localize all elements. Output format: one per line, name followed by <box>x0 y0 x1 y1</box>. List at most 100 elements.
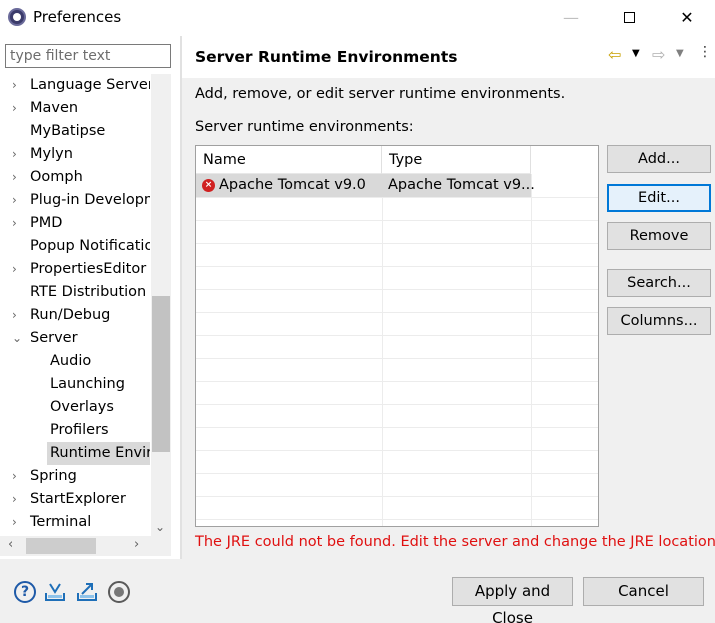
tree-item[interactable]: › Spring <box>0 465 150 488</box>
collapsed-chevron-icon[interactable]: › <box>12 189 22 212</box>
vertical-scroll-thumb[interactable] <box>152 296 170 452</box>
tree-item[interactable]: Profilers <box>0 419 150 442</box>
collapsed-chevron-icon[interactable] <box>32 373 42 396</box>
collapsed-chevron-icon[interactable]: › <box>12 212 22 235</box>
page-title: Server Runtime Environments <box>195 48 458 66</box>
columns-button[interactable]: Columns... <box>607 307 711 335</box>
table-row-divider <box>196 381 598 382</box>
tree-vertical-scrollbar[interactable]: ⌄ <box>151 74 171 536</box>
tree-item-label: Launching <box>50 376 125 392</box>
collapsed-chevron-icon[interactable] <box>32 350 42 373</box>
table-row-divider <box>196 450 598 451</box>
collapsed-chevron-icon[interactable] <box>12 281 22 304</box>
collapsed-chevron-icon[interactable]: › <box>12 488 22 511</box>
collapsed-chevron-icon[interactable] <box>12 235 22 258</box>
column-header-name[interactable]: Name <box>196 146 382 174</box>
tree-item[interactable]: Popup Notificatio <box>0 235 150 258</box>
table-column-divider <box>382 174 383 526</box>
tree-horizontal-scrollbar[interactable]: ‹ › <box>0 536 171 556</box>
collapsed-chevron-icon[interactable]: › <box>12 511 22 534</box>
scroll-right-arrow-icon[interactable]: › <box>134 537 139 552</box>
dialog-footer: ? Apply and Close Cancel <box>0 559 715 623</box>
tree-item[interactable]: MyBatipse <box>0 120 150 143</box>
search-button[interactable]: Search... <box>607 269 711 297</box>
import-icon[interactable] <box>44 581 66 603</box>
collapsed-chevron-icon[interactable] <box>12 120 22 143</box>
tree-item[interactable]: › Run/Debug <box>0 304 150 327</box>
tree-item[interactable]: › Mylyn <box>0 143 150 166</box>
collapsed-chevron-icon[interactable] <box>32 419 42 442</box>
collapsed-chevron-icon[interactable]: › <box>12 304 22 327</box>
table-row-divider <box>196 519 598 520</box>
expanded-chevron-icon[interactable]: ⌄ <box>12 327 22 350</box>
tree-item[interactable]: RTE Distribution T <box>0 281 150 304</box>
table-row-divider <box>196 197 598 198</box>
tree-item-label: Overlays <box>50 399 114 415</box>
tree-item[interactable]: Overlays <box>0 396 150 419</box>
scroll-down-arrow-icon[interactable]: ⌄ <box>155 520 165 534</box>
runtimes-table[interactable]: Name Type × Apache Tomcat v9.0 Apache To… <box>195 145 599 527</box>
table-row-divider <box>196 266 598 267</box>
table-row-divider <box>196 312 598 313</box>
filter-input[interactable] <box>5 44 171 68</box>
record-icon[interactable] <box>108 581 130 603</box>
apply-and-close-button[interactable]: Apply and Close <box>452 577 573 623</box>
preference-page: Server Runtime Environments ⇦ ▼ ⇨ ▼ ⋮ Ad… <box>182 36 715 559</box>
horizontal-scroll-thumb[interactable] <box>26 538 96 554</box>
view-menu-icon[interactable]: ⋮ <box>698 44 712 60</box>
tree-item[interactable]: › PMD <box>0 212 150 235</box>
edit-button[interactable]: Edit... <box>607 184 711 212</box>
back-arrow-icon[interactable]: ⇦ <box>608 45 621 64</box>
tree-item[interactable]: › Terminal <box>0 511 150 534</box>
collapsed-chevron-icon[interactable]: › <box>12 258 22 281</box>
collapsed-chevron-icon[interactable]: › <box>12 166 22 189</box>
preferences-tree-pane: › Language Servers › Maven MyBatipse › Mylyn › O… <box>0 36 180 559</box>
runtimes-list-label: Server runtime environments: <box>195 119 414 135</box>
eclipse-app-icon <box>8 8 26 26</box>
table-row-divider <box>196 404 598 405</box>
tree-item[interactable]: › Language Servers <box>0 74 150 97</box>
tree-item-label: Server <box>30 330 78 346</box>
remove-button[interactable]: Remove <box>607 222 711 250</box>
tree-item-label: Plug-in Developm <box>30 192 150 208</box>
forward-menu-icon[interactable]: ▼ <box>676 48 684 59</box>
table-row-divider <box>196 220 598 221</box>
maximize-button[interactable] <box>606 0 652 34</box>
collapsed-chevron-icon[interactable]: › <box>12 74 22 97</box>
tree-item[interactable]: › Oomph <box>0 166 150 189</box>
tree-item[interactable]: Launching <box>0 373 150 396</box>
runtime-type-cell[interactable]: Apache Tomcat v9... <box>388 174 535 197</box>
scroll-left-arrow-icon[interactable]: ‹ <box>8 537 13 552</box>
tree-item-label: PropertiesEditor <box>30 261 147 277</box>
tree-item[interactable]: › StartExplorer <box>0 488 150 511</box>
tree-item-label: Terminal <box>30 514 92 530</box>
tree-item-label: Oomph <box>30 169 83 185</box>
tree-item[interactable]: › Maven <box>0 97 150 120</box>
collapsed-chevron-icon[interactable] <box>32 442 42 465</box>
tree-item-label: Maven <box>30 100 79 116</box>
close-button[interactable]: ✕ <box>664 0 710 34</box>
cancel-button[interactable]: Cancel <box>583 577 704 606</box>
tree-item-label: Runtime Enviro <box>47 442 150 465</box>
collapsed-chevron-icon[interactable] <box>32 396 42 419</box>
tree-item-label: StartExplorer <box>30 491 126 507</box>
title-bar: Preferences — ✕ <box>0 0 715 36</box>
error-message: The JRE could not be found. Edit the ser… <box>195 534 715 550</box>
back-menu-icon[interactable]: ▼ <box>632 48 640 59</box>
collapsed-chevron-icon[interactable]: › <box>12 465 22 488</box>
error-icon: × <box>202 179 215 192</box>
tree-item[interactable]: Audio <box>0 350 150 373</box>
runtime-name-cell[interactable]: Apache Tomcat v9.0 <box>219 174 366 197</box>
collapsed-chevron-icon[interactable]: › <box>12 97 22 120</box>
collapsed-chevron-icon[interactable]: › <box>12 143 22 166</box>
column-header-type[interactable]: Type <box>382 146 531 174</box>
tree-item[interactable]: › PropertiesEditor <box>0 258 150 281</box>
minimize-button[interactable]: — <box>548 0 594 34</box>
help-icon[interactable]: ? <box>14 581 36 603</box>
forward-arrow-icon[interactable]: ⇨ <box>652 45 665 64</box>
add-button[interactable]: Add... <box>607 145 711 173</box>
tree-item[interactable]: Runtime Enviro <box>0 442 150 465</box>
tree-item[interactable]: ⌄ Server <box>0 327 150 350</box>
export-icon[interactable] <box>76 581 98 603</box>
tree-item[interactable]: › Plug-in Developm <box>0 189 150 212</box>
